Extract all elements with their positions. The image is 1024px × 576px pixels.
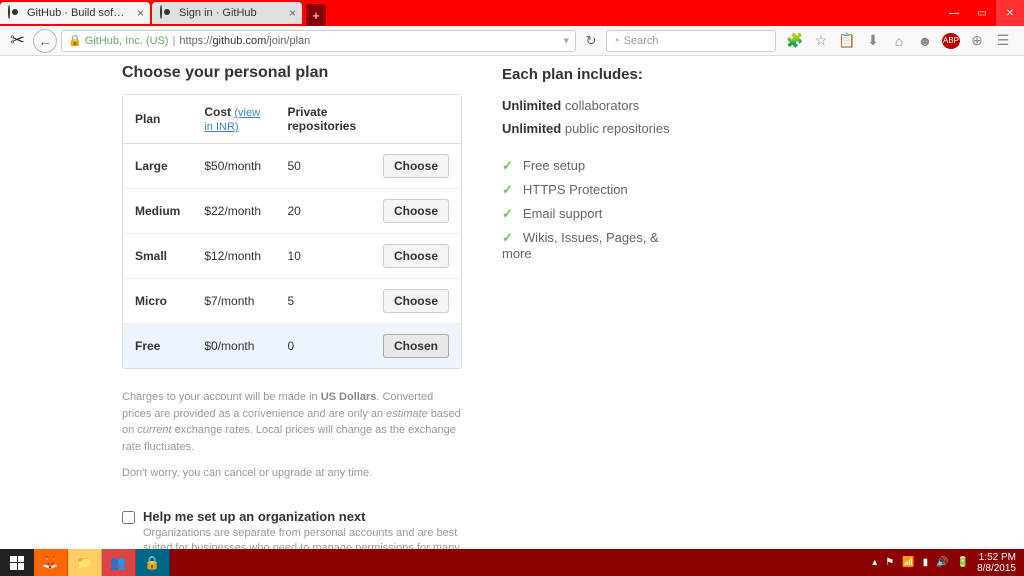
plan-name: Medium <box>123 189 192 234</box>
taskbar-people[interactable]: 👥 <box>102 549 136 576</box>
tab-label: GitHub · Build software bet... <box>27 7 127 19</box>
url-scheme: https:// <box>179 35 212 47</box>
browser-tabs: GitHub · Build software bet... × Sign in… <box>0 0 940 26</box>
window-close[interactable] <box>996 0 1024 26</box>
plan-cost: $50/month <box>192 144 275 189</box>
github-favicon <box>160 6 174 20</box>
plan-repos: 20 <box>275 189 371 234</box>
feature-item: Email support <box>502 202 682 226</box>
new-tab-button[interactable]: + <box>306 4 326 26</box>
window-minimize[interactable] <box>940 0 968 26</box>
reload-button[interactable]: ↻ <box>580 33 602 49</box>
plan-name: Small <box>123 234 192 279</box>
plan-row: Small$12/month10 Choose <box>123 234 461 279</box>
tray-network-icon[interactable]: 📶 <box>902 557 914 568</box>
plan-includes-box: Each plan includes: Unlimited collaborat… <box>502 66 682 265</box>
org-checkbox[interactable] <box>122 511 135 524</box>
puzzle-icon[interactable]: 🧩 <box>786 32 804 49</box>
choose-button[interactable]: Choose <box>383 154 449 178</box>
window-maximize[interactable] <box>968 0 996 26</box>
choose-button[interactable]: Choose <box>383 244 449 268</box>
tray-clock[interactable]: 1:52 PM 8/8/2015 <box>977 552 1016 574</box>
choose-button[interactable]: Chosen <box>383 334 449 358</box>
plan-name: Large <box>123 144 192 189</box>
plan-row: Medium$22/month20 Choose <box>123 189 461 234</box>
url-path: /join/plan <box>266 35 310 47</box>
download-icon[interactable]: ⬇ <box>864 32 882 49</box>
plan-row: Free$0/month0 Chosen <box>123 324 461 369</box>
browser-toolbar: ✂ ← 🔒 GitHub, Inc. (US) | https:// githu… <box>0 26 1024 56</box>
github-favicon <box>8 6 22 20</box>
plan-name: Micro <box>123 279 192 324</box>
browser-tab-active[interactable]: GitHub · Build software bet... × <box>0 2 150 24</box>
plan-repos: 0 <box>275 324 371 369</box>
lock-icon: 🔒 <box>68 34 82 47</box>
includes-title: Each plan includes: <box>502 66 682 83</box>
org-setup-row: Help me set up an organization next Orga… <box>122 509 462 549</box>
abp-icon[interactable]: ABP <box>942 32 960 49</box>
taskbar-firefox[interactable]: 🦊 <box>34 549 68 576</box>
plan-repos: 5 <box>275 279 371 324</box>
plan-table: Plan Cost (view in INR) Private reposito… <box>122 94 462 369</box>
tab-close-icon[interactable]: × <box>137 6 144 20</box>
url-host: github.com <box>212 35 266 47</box>
page-title: Choose your personal plan <box>122 64 462 82</box>
col-plan: Plan <box>123 95 192 144</box>
currency-disclaimer: Charges to your account will be made in … <box>122 389 462 455</box>
col-cost: Cost (view in INR) <box>192 95 275 144</box>
tray-flag-icon[interactable]: ⚑ <box>885 557 894 568</box>
tray-up-icon[interactable]: ▴ <box>872 557 877 568</box>
cancel-disclaimer: Don't worry, you can cancel or upgrade a… <box>122 467 462 479</box>
plan-repos: 50 <box>275 144 371 189</box>
search-placeholder: Search <box>624 35 659 47</box>
choose-button[interactable]: Choose <box>383 289 449 313</box>
clipboard-icon[interactable]: 📋 <box>838 32 856 49</box>
system-tray: ▴ ⚑ 📶 ▮ 🔊 🔋 1:52 PM 8/8/2015 <box>872 552 1024 574</box>
star-icon[interactable]: ☆ <box>812 32 830 49</box>
windows-taskbar: 🦊 📁 👥 🔒 ▴ ⚑ 📶 ▮ 🔊 🔋 1:52 PM 8/8/2015 <box>0 549 1024 576</box>
taskbar-explorer[interactable]: 📁 <box>68 549 102 576</box>
search-bar[interactable]: ◔ Search <box>606 30 776 52</box>
feature-item: Wikis, Issues, Pages, & more <box>502 226 682 265</box>
toolbar-icons: 🧩 ☆ 📋 ⬇ ⌂ ☻ ABP ⊕ ☰ <box>780 32 1018 49</box>
org-desc: Organizations are separate from personal… <box>143 526 462 549</box>
window-titlebar: GitHub · Build software bet... × Sign in… <box>0 0 1024 26</box>
feature-item: Free setup <box>502 154 682 178</box>
plan-cost: $12/month <box>192 234 275 279</box>
taskbar-app[interactable]: 🔒 <box>136 549 170 576</box>
includes-line: Unlimited public repositories <box>502 121 682 136</box>
search-engine-icon: ◔ <box>613 35 620 47</box>
start-button[interactable] <box>0 549 34 576</box>
chat-icon[interactable]: ☻ <box>916 32 934 49</box>
globe-icon[interactable]: ⊕ <box>968 32 986 49</box>
includes-line: Unlimited collaborators <box>502 98 682 113</box>
choose-button[interactable]: Choose <box>383 199 449 223</box>
plan-cost: $22/month <box>192 189 275 234</box>
tab-close-icon[interactable]: × <box>289 6 296 20</box>
tray-volume-icon[interactable]: 🔊 <box>936 557 948 568</box>
plan-repos: 10 <box>275 234 371 279</box>
plan-row: Large$50/month50 Choose <box>123 144 461 189</box>
tab-label: Sign in · GitHub <box>179 7 257 19</box>
dropdown-icon[interactable]: ▾ <box>563 34 569 47</box>
tray-battery-icon[interactable]: 🔋 <box>957 557 969 568</box>
feature-item: HTTPS Protection <box>502 178 682 202</box>
screenshot-icon[interactable]: ✂ <box>10 30 25 51</box>
plan-row: Micro$7/month5 Choose <box>123 279 461 324</box>
org-label: Help me set up an organization next <box>143 509 462 524</box>
address-bar[interactable]: 🔒 GitHub, Inc. (US) | https:// github.co… <box>61 30 576 52</box>
back-button[interactable]: ← <box>33 29 57 53</box>
menu-icon[interactable]: ☰ <box>994 32 1012 49</box>
tray-signal-icon[interactable]: ▮ <box>923 557 929 568</box>
window-controls <box>940 0 1024 26</box>
col-private: Private repositories <box>275 95 371 144</box>
plan-cost: $0/month <box>192 324 275 369</box>
url-identity: GitHub, Inc. (US) <box>85 35 169 47</box>
plan-cost: $7/month <box>192 279 275 324</box>
plan-name: Free <box>123 324 192 369</box>
browser-tab[interactable]: Sign in · GitHub × <box>152 2 302 24</box>
page-viewport: Choose your personal plan Plan Cost (vie… <box>0 56 1024 549</box>
home-icon[interactable]: ⌂ <box>890 32 908 49</box>
